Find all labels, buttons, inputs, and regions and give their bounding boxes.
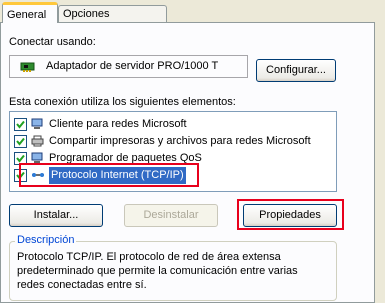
list-item-file-printer-sharing-label: Compartir impresoras y archivos para red… [49, 135, 311, 147]
properties-highlight [237, 199, 344, 230]
uninstall-button-label: Desinstalar [143, 209, 199, 221]
description-title: Descripción [15, 234, 77, 246]
adapter-field: Adaptador de servidor PRO/1000 T [9, 55, 248, 78]
network-adapter-icon [20, 61, 36, 76]
configure-button-label: Configurar... [266, 64, 326, 76]
configure-button[interactable]: Configurar... [256, 59, 336, 82]
printer-share-icon [31, 135, 45, 147]
tab-advanced-options[interactable]: Opciones avanzadas [58, 5, 167, 37]
adapter-name: Adaptador de servidor PRO/1000 T [46, 60, 219, 72]
list-item-client-label: Cliente para redes Microsoft [49, 118, 187, 130]
description-text: Protocolo TCP/IP. El protocolo de red de… [17, 251, 298, 291]
network-client-icon [31, 118, 45, 130]
checkbox-client[interactable] [14, 118, 27, 131]
install-button[interactable]: Instalar... [9, 204, 103, 227]
install-button-label: Instalar... [33, 209, 79, 221]
tab-general[interactable]: General [2, 2, 58, 23]
uninstall-button[interactable]: Desinstalar [124, 204, 218, 227]
components-label: Esta conexión utiliza los siguientes ele… [9, 96, 236, 108]
connect-using-label: Conectar usando: [9, 36, 96, 48]
tcp-ip-highlight [19, 163, 199, 187]
tab-general-label: General [7, 9, 47, 21]
checkbox-file-printer-sharing[interactable] [14, 135, 27, 148]
